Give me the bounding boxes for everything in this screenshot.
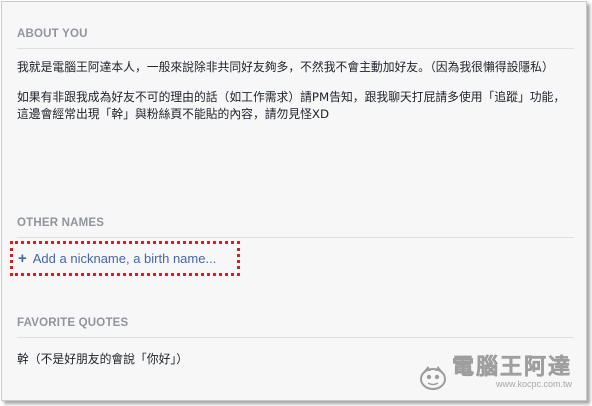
about-you-title: ABOUT YOU <box>17 28 574 49</box>
about-you-section: ABOUT YOU 我就是電腦王阿達本人，一般來說除非共同好友夠多，不然我不會主… <box>17 28 574 123</box>
profile-about-panel: ABOUT YOU 我就是電腦王阿達本人，一般來說除非共同好友夠多，不然我不會主… <box>1 1 587 401</box>
other-names-title: OTHER NAMES <box>17 217 574 238</box>
site-watermark: 電腦王阿達 www.kocpc.com.tw <box>418 355 572 390</box>
mascot-logo-icon <box>419 366 446 390</box>
about-paragraph-1: 我就是電腦王阿達本人，一般來說除非共同好友夠多，不然我不會主動加好友。（因為我很… <box>17 60 554 74</box>
other-names-section: OTHER NAMES <box>17 217 574 238</box>
about-paragraph-2: 如果有非跟我成為好友不可的理由的話（如工作需求）請PM告知，跟我聊天打屁請多使用… <box>17 90 566 121</box>
watermark-url: www.kocpc.com.tw <box>495 379 572 389</box>
plus-icon: + <box>18 250 27 267</box>
watermark-name: 電腦王阿達 <box>451 355 572 380</box>
add-nickname-label: Add a nickname, a birth name... <box>32 251 217 266</box>
favorite-quotes-title: FAVORITE QUOTES <box>17 317 574 338</box>
add-nickname-link[interactable]: + Add a nickname, a birth name... <box>10 241 240 276</box>
